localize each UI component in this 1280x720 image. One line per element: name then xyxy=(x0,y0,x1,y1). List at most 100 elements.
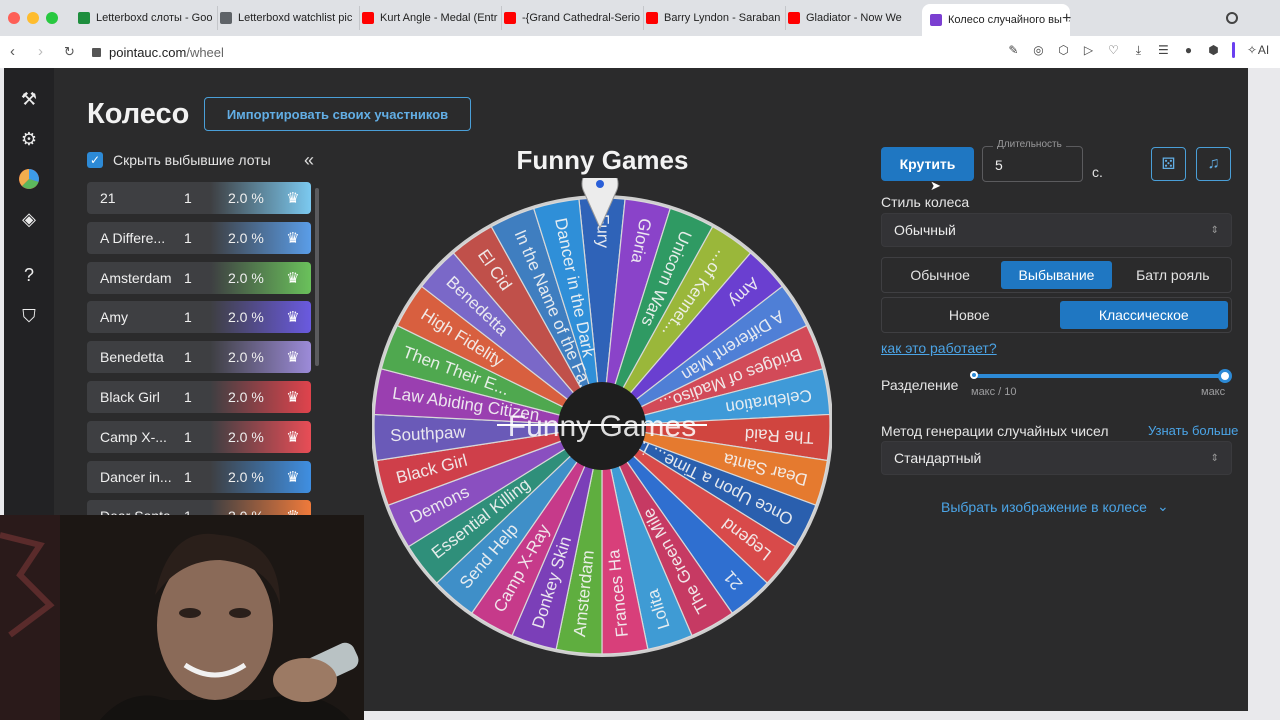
eliminate-lot-icon[interactable]: ♛ xyxy=(275,381,311,413)
eliminate-lot-icon[interactable]: ♛ xyxy=(275,341,311,373)
tab-title: -{Grand Cathedral-Serio xyxy=(522,12,641,24)
play-icon[interactable]: ▷ xyxy=(1082,43,1095,57)
browser-tab[interactable]: Колесо случайного вы× xyxy=(922,4,1070,36)
maximize-window-icon[interactable] xyxy=(46,12,58,24)
lots-scrollbar[interactable] xyxy=(315,188,319,366)
lot-row[interactable]: Black Girl 1 2.0 % ♛ xyxy=(87,380,311,413)
mouse-cursor-icon: ➤ xyxy=(930,178,941,193)
close-window-icon[interactable] xyxy=(8,12,20,24)
shield-check-icon[interactable]: ⛉ xyxy=(18,305,40,327)
lot-amount: 1 xyxy=(184,229,192,246)
tab-favicon-icon xyxy=(220,12,232,24)
mode-option[interactable]: Выбывание xyxy=(1001,261,1112,289)
url-field[interactable]: pointauc.com/wheel xyxy=(92,41,962,63)
lot-amount: 1 xyxy=(184,309,192,326)
wheel-pie-icon[interactable] xyxy=(18,168,40,190)
lot-row[interactable]: A Differe... 1 2.0 % ♛ xyxy=(87,221,311,254)
camera-icon[interactable]: ◎ xyxy=(1032,43,1045,57)
browser-tab[interactable]: Letterboxd watchlist pic xyxy=(212,6,360,30)
split-slider-track[interactable] xyxy=(971,374,1225,378)
browser-tab[interactable]: Barry Lyndon - Saraban xyxy=(638,6,786,30)
wheel-title: Funny Games xyxy=(516,145,689,175)
learn-more-link[interactable]: Узнать больше xyxy=(1148,423,1238,438)
lot-amount: 1 xyxy=(184,349,192,366)
music-note-icon[interactable]: ♫ xyxy=(1196,147,1231,181)
tab-search-icon[interactable] xyxy=(1226,12,1238,24)
download-icon[interactable]: ⤓ xyxy=(1132,43,1145,57)
back-icon[interactable]: ‹ xyxy=(10,43,15,60)
extension-icon[interactable]: ⬢ xyxy=(1207,43,1220,57)
eliminate-lot-icon[interactable]: ♛ xyxy=(275,222,311,254)
lot-row[interactable]: Benedetta 1 2.0 % ♛ xyxy=(87,341,311,374)
split-slider-knob[interactable] xyxy=(1218,369,1232,383)
tab-bar: Letterboxd слоты - Goo Letterboxd watchli… xyxy=(0,0,1280,36)
settings-gear-icon[interactable]: ⚙ xyxy=(18,128,40,150)
import-participants-button[interactable]: Импортировать своих участников xyxy=(204,97,471,131)
tab-title: Letterboxd слоты - Goo xyxy=(96,12,213,24)
lot-percent: 2.0 % xyxy=(228,468,264,485)
browser-tab[interactable]: Letterboxd слоты - Goo xyxy=(70,6,218,30)
ai-button[interactable]: ✧ AI xyxy=(1247,43,1270,57)
tab-favicon-icon xyxy=(504,12,516,24)
lot-name: 21 xyxy=(100,190,116,206)
auction-gavel-icon[interactable]: ⚒ xyxy=(18,88,40,110)
help-icon[interactable]: ? xyxy=(18,264,40,286)
browser-tab[interactable]: Kurt Angle - Medal (Entr xyxy=(354,6,502,30)
lot-name: Camp X-... xyxy=(100,428,167,445)
eliminate-lot-icon[interactable]: ♛ xyxy=(275,262,311,294)
menu-lines-icon[interactable]: ☰ xyxy=(1157,43,1170,57)
wheel-segment-label: Southpaw xyxy=(390,422,467,445)
minimize-window-icon[interactable] xyxy=(27,12,39,24)
how-it-works-link[interactable]: как это работает? xyxy=(881,340,997,356)
lots-list: 21 1 2.0 % ♛ A Differe... 1 2.0 % ♛ Amsterdam 1 2.… xyxy=(87,182,311,517)
seconds-unit: с. xyxy=(1092,164,1103,180)
lot-percent: 2.0 % xyxy=(228,229,264,246)
eliminate-lot-icon[interactable]: ♛ xyxy=(275,421,311,453)
heart-icon[interactable]: ♡ xyxy=(1107,43,1120,57)
mode-segmented-control: Обычное Выбывание Батл рояль xyxy=(881,257,1232,293)
lot-row[interactable]: Amy 1 2.0 % ♛ xyxy=(87,301,311,334)
profile-icon[interactable]: ● xyxy=(1182,43,1195,57)
mode-option[interactable]: Обычное xyxy=(885,261,995,289)
spin-button[interactable]: Крутить xyxy=(881,147,974,181)
lot-row[interactable]: Amsterdam 1 2.0 % ♛ xyxy=(87,261,311,294)
mode-option[interactable]: Классическое xyxy=(1059,301,1228,329)
wheel-style-select[interactable]: Обычный ⇕ xyxy=(881,213,1232,247)
eliminate-lot-icon[interactable]: ♛ xyxy=(275,461,311,493)
lock-icon xyxy=(92,47,101,57)
choose-wheel-image-toggle[interactable]: Выбрать изображение в колесе ⌄ xyxy=(941,498,1169,515)
lot-name: Black Girl xyxy=(100,388,160,405)
lot-name: A Differe... xyxy=(100,229,166,246)
lot-percent: 2.0 % xyxy=(228,190,264,206)
hide-eliminated-row[interactable]: ✓ Скрыть выбывшие лоты xyxy=(87,152,271,168)
tab-title: Kurt Angle - Medal (Entr xyxy=(380,12,498,24)
tab-title: Barry Lyndon - Saraban xyxy=(664,12,781,24)
edit-icon[interactable]: ✎ xyxy=(1007,43,1020,57)
tab-favicon-icon xyxy=(788,12,800,24)
lot-row[interactable]: Camp X-... 1 2.0 % ♛ xyxy=(87,420,311,453)
new-tab-icon[interactable]: + xyxy=(1062,10,1071,28)
lot-row[interactable]: Dancer in... 1 2.0 % ♛ xyxy=(87,460,311,493)
forward-icon[interactable]: › xyxy=(38,43,43,60)
wheel[interactable]: Fury Gloria Unicorn Wars ...of Kennet... Amy… xyxy=(371,165,833,658)
mode-option[interactable]: Новое xyxy=(885,301,1054,329)
lot-amount: 1 xyxy=(184,388,192,405)
rng-method-select[interactable]: Стандартный ⇕ xyxy=(881,441,1232,475)
duration-field[interactable]: Длительность 5 xyxy=(982,139,1083,182)
mode-option[interactable]: Батл рояль xyxy=(1118,261,1228,289)
tab-favicon-icon xyxy=(646,12,658,24)
browser-tab[interactable]: -{Grand Cathedral-Serio xyxy=(496,6,644,30)
reload-icon[interactable]: ↻ xyxy=(64,44,75,60)
tab-title: Колесо случайного вы xyxy=(948,14,1062,26)
browser-tab[interactable]: Gladiator - Now We xyxy=(780,6,928,30)
dice-icon[interactable]: ⚄ xyxy=(1151,147,1186,181)
lot-row[interactable]: 21 1 2.0 % ♛ xyxy=(87,182,311,214)
eliminate-lot-icon[interactable]: ♛ xyxy=(275,301,311,333)
duration-value: 5 xyxy=(995,157,1003,173)
hide-eliminated-checkbox[interactable]: ✓ xyxy=(87,152,103,168)
wheel-segment-label: The Raid xyxy=(744,425,814,447)
collapse-panel-icon[interactable]: « xyxy=(304,150,314,171)
shield-icon[interactable]: ⬡ xyxy=(1057,43,1070,57)
eliminate-lot-icon[interactable]: ♛ xyxy=(275,182,311,214)
layers-icon[interactable]: ◈ xyxy=(18,208,40,230)
